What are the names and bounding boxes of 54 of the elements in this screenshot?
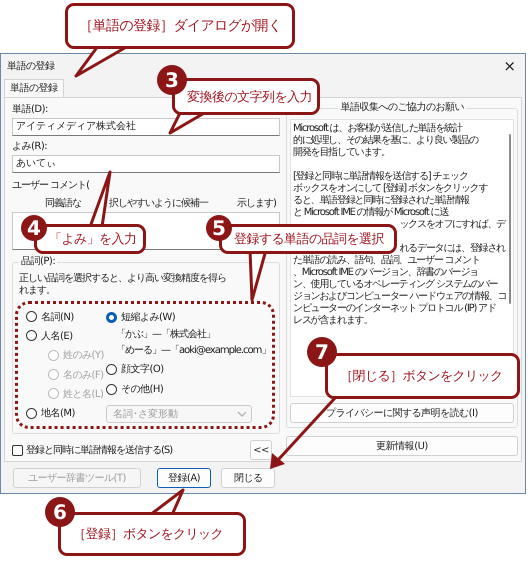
collapse-button[interactable]: << [250, 440, 272, 460]
group-title: 単語収集へのご協力のお願い [338, 102, 466, 114]
option-label: 名のみ(F) [63, 368, 104, 382]
radio-button[interactable] [26, 311, 37, 322]
text-line: ックスをオフにすれば、デ [398, 219, 505, 231]
note-text: 正しい品詞を選択すると、より高い変換精度を得られます。 [19, 273, 227, 297]
option-label: 人名(E) [41, 330, 73, 343]
text-line: [登録と同時に単語情報を送信する] チェック [293, 171, 469, 183]
text-line: レスが含まれます。 [293, 315, 374, 327]
dialog-button[interactable]: 登録(A) [157, 468, 211, 488]
window-title: 単語の登録 [7, 60, 54, 72]
text-line: ると、単語登録と同時に登録された単語情報 [293, 195, 470, 206]
hint-text: 同義語な [45, 198, 82, 210]
option-label: 顔文字(O) [121, 362, 164, 376]
example-text: 「かぶ」—「株式会社」 [115, 328, 216, 342]
option-label: 姓のみ(Y) [63, 349, 104, 362]
text-line: ボックスをオンにして [登録] ボタンをクリックす [293, 183, 489, 194]
text-line: Microsoft は、お客様が送信した単語を統計 [293, 123, 464, 134]
text-line: た単語の読み、語句、品詞、ユーザー コメント [293, 255, 481, 266]
radio-button[interactable] [106, 384, 117, 394]
text-line: れるデータには、登録され [398, 243, 505, 254]
radio-button[interactable] [106, 312, 117, 322]
field-label: よみ(R): [12, 141, 48, 153]
hint-text: 示します) [237, 198, 276, 210]
chevron-icon [237, 411, 247, 417]
field-label: 単語(D): [12, 104, 48, 116]
text-line: 開発を目指しています。 [293, 147, 391, 159]
radio-button[interactable] [26, 408, 37, 419]
text-line: ジョンおよびコンピューター ハードウェアの情報、コ [293, 291, 505, 302]
scrollbar[interactable] [509, 134, 511, 304]
checkbox-label: 登録と同時に単語情報を送信する(S) [26, 444, 174, 457]
option-label: 短縮よみ(W) [121, 310, 176, 324]
checkbox[interactable] [12, 444, 23, 456]
privacy-button[interactable]: プライバシーに関する声明を読む(I) [290, 403, 514, 423]
radio-button[interactable] [106, 364, 117, 374]
dialog-button[interactable]: 閉じる [221, 468, 275, 488]
text-line: 的に処理し、その結果を基に、より良い製品の [293, 135, 480, 146]
callout-tooltip: ［閉じる］ボタンをクリック [325, 353, 520, 399]
option-label: 姓と名(L) [63, 388, 104, 401]
close-button[interactable]: × [500, 58, 519, 74]
radio-button[interactable] [26, 330, 37, 342]
example-text: 「めーる」—「aoki@example.com」 [115, 344, 268, 358]
hint-text: 択しやすいように候補一 [109, 198, 209, 210]
option-label: 名詞(N) [41, 310, 74, 324]
tab[interactable]: 単語の登録 [4, 79, 64, 97]
group-title: 品詞(P): [19, 256, 58, 268]
update-button[interactable]: 更新情報(U) [286, 436, 518, 456]
text-line: ンピューターのインターネット プロトコル (IP) アド [293, 303, 497, 314]
option-label: 地名(M) [41, 406, 75, 420]
text-line: ン、使用しているオペレーティング システムのバー [293, 279, 499, 290]
text-line: と Microsoft IME の情報が Microsoft に送 [293, 207, 450, 219]
option-label: その他(H) [121, 383, 164, 396]
field-label: ユーザー コメント( [12, 180, 90, 192]
text-line: 、Microsoft IME のバージョン、辞書のバージョ [293, 267, 479, 279]
